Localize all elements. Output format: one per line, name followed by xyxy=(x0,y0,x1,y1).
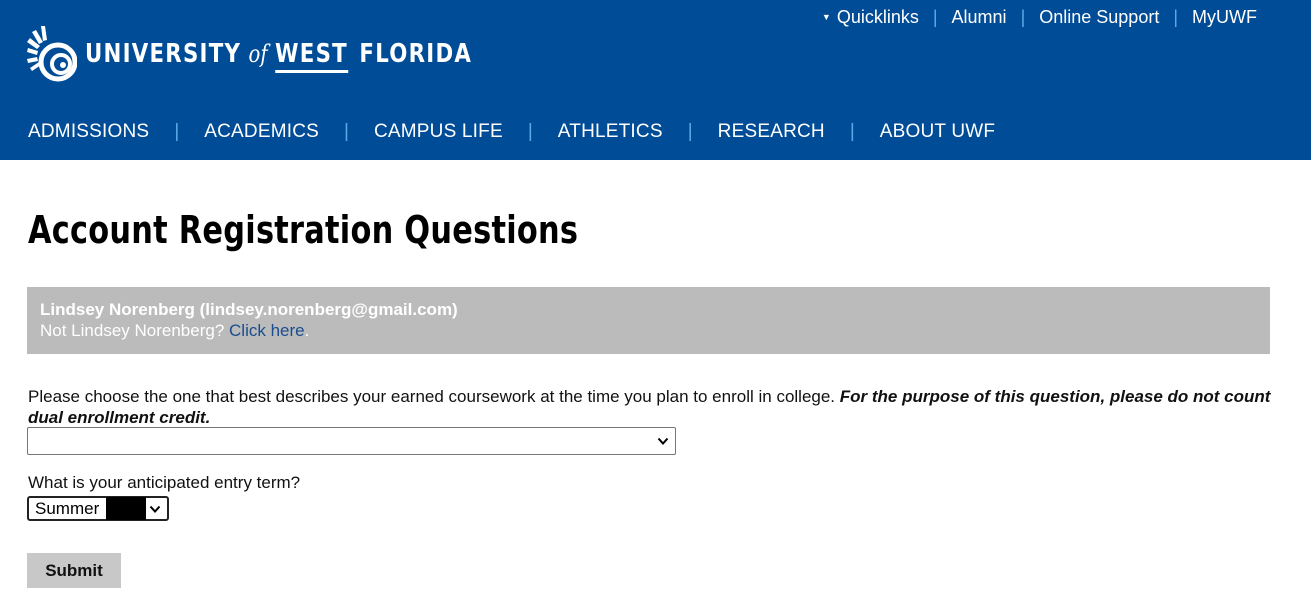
divider: | xyxy=(849,121,855,142)
logo-florida: FLORIDA xyxy=(359,39,473,69)
not-user-period: . xyxy=(304,321,310,340)
redacted-year-block xyxy=(106,497,146,520)
alumni-link[interactable]: Alumni xyxy=(952,7,1007,28)
page-title: Account Registration Questions xyxy=(28,208,579,252)
entry-term-select[interactable]: Summer xyxy=(27,496,169,521)
quicklinks-label: Quicklinks xyxy=(836,6,919,27)
nav-campus-life[interactable]: CAMPUS LIFE xyxy=(374,121,503,143)
quicklinks-link[interactable]: ▼ Quicklinks xyxy=(822,7,919,28)
nav-about-uwf[interactable]: ABOUT UWF xyxy=(880,121,995,143)
divider: | xyxy=(932,6,938,27)
not-user-text: Not Lindsey Norenberg? xyxy=(40,321,225,340)
logo-of: of xyxy=(248,40,268,68)
divider: | xyxy=(527,121,533,142)
utility-links: ▼ Quicklinks | Alumni | Online Support | … xyxy=(822,6,1257,28)
uwf-logo[interactable]: UNIVERSITY of WEST FLORIDA xyxy=(27,24,557,88)
online-support-link[interactable]: Online Support xyxy=(1039,7,1159,28)
click-here-link[interactable]: Click here xyxy=(229,321,305,340)
myuwf-link[interactable]: MyUWF xyxy=(1192,7,1257,28)
user-info-box: Lindsey Norenberg (lindsey.norenberg@gma… xyxy=(27,287,1270,354)
logo-west: WEST xyxy=(275,39,348,73)
nav-admissions[interactable]: ADMISSIONS xyxy=(28,121,149,143)
divider: | xyxy=(1173,6,1179,27)
user-name-email: Lindsey Norenberg (lindsey.norenberg@gma… xyxy=(40,300,458,319)
divider: | xyxy=(344,121,349,142)
caret-down-icon: ▼ xyxy=(821,11,831,22)
coursework-select[interactable] xyxy=(27,427,676,455)
entry-term-question-label: What is your anticipated entry term? xyxy=(28,473,301,492)
chevron-down-icon xyxy=(657,437,669,445)
nav-athletics[interactable]: ATHLETICS xyxy=(558,121,663,143)
site-header: UNIVERSITY of WEST FLORIDA ▼ Quicklinks |… xyxy=(0,0,1311,160)
divider: | xyxy=(1020,6,1026,27)
chevron-down-icon xyxy=(149,505,161,513)
nav-research[interactable]: RESEARCH xyxy=(718,121,825,143)
submit-button[interactable]: Submit xyxy=(27,553,121,588)
logo-university: UNIVERSITY xyxy=(85,39,242,69)
entry-term-value: Summer xyxy=(35,499,100,518)
coursework-question-label: Please choose the one that best describe… xyxy=(28,386,1278,428)
nautilus-logo-icon xyxy=(27,26,77,82)
nav-academics[interactable]: ACADEMICS xyxy=(204,121,319,143)
not-user-line: Not Lindsey Norenberg? Click here. xyxy=(40,320,1257,341)
main-nav: ADMISSIONS | ACADEMICS | CAMPUS LIFE | A… xyxy=(28,119,995,145)
divider: | xyxy=(687,121,693,142)
divider: | xyxy=(174,121,180,142)
coursework-question-text: Please choose the one that best describe… xyxy=(28,387,836,406)
logo-wordmark: UNIVERSITY of WEST FLORIDA xyxy=(85,39,472,73)
